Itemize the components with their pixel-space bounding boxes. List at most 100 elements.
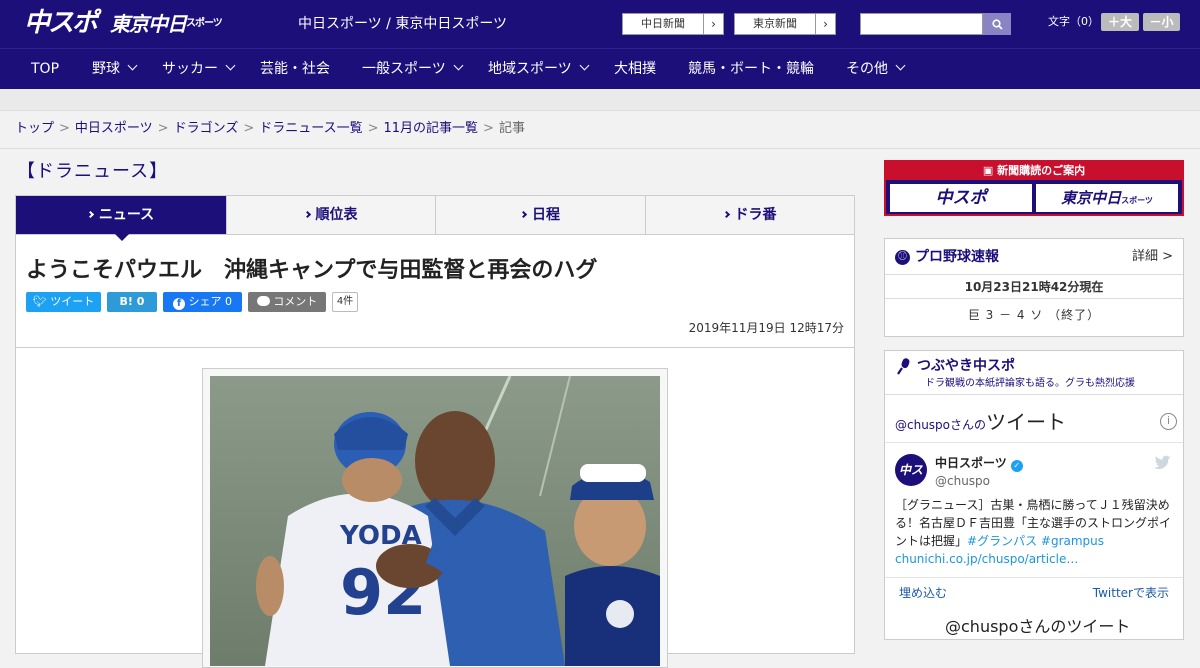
- active-tab-pointer: [115, 234, 129, 241]
- hatena-button[interactable]: B! 0: [107, 292, 157, 312]
- chevron-down-icon: [579, 60, 590, 71]
- info-icon[interactable]: i: [1160, 413, 1177, 430]
- avatar[interactable]: 中スポ: [895, 454, 927, 509]
- view-on-twitter-link[interactable]: Twitterで表示: [1093, 585, 1169, 601]
- search-button[interactable]: [983, 13, 1011, 35]
- facebook-share-button[interactable]: f シェア 0: [163, 292, 242, 312]
- twitter-bird-icon[interactable]: [1155, 455, 1171, 469]
- breadcrumb-link[interactable]: トップ: [15, 121, 54, 136]
- nav-item-soccer[interactable]: サッカー: [162, 49, 236, 89]
- article-date: 2019年11月19日 12時17分: [688, 321, 844, 335]
- divider: [885, 577, 1183, 578]
- tab-label: 日程: [532, 207, 560, 223]
- chevron-down-icon: [895, 60, 906, 71]
- promo-title: ▣ 新聞購読のご案内: [886, 162, 1182, 180]
- nav-item-entertainment[interactable]: 芸能・社会: [260, 49, 330, 89]
- nav-item-keiba[interactable]: 競馬・ボート・競輪: [688, 49, 814, 89]
- tweets-embed-word: ツイート: [986, 410, 1067, 434]
- chevron-right-icon: [722, 210, 730, 219]
- chevron-right-icon: [519, 210, 528, 219]
- promo-chuspo-logo[interactable]: 中スポ: [890, 184, 1032, 212]
- comment-button[interactable]: コメント: [248, 292, 326, 312]
- nav-label: 競馬・ボート・競輪: [688, 61, 814, 77]
- newspaper-icon: ▣: [982, 164, 998, 177]
- scores-detail-link[interactable]: 詳細 >: [1132, 248, 1173, 266]
- site-title: 中日スポーツ / 東京中日スポーツ: [298, 16, 508, 32]
- score-line[interactable]: 巨 3 － 4 ソ （終了）: [885, 307, 1183, 323]
- tab-news[interactable]: ニュース: [16, 196, 227, 234]
- chuspo-logo[interactable]: 中スポ: [24, 8, 98, 38]
- twitter-icon: 🐦︎: [32, 295, 51, 308]
- breadcrumb-link[interactable]: 11月の記事一覧: [384, 121, 479, 136]
- divider: [16, 347, 854, 348]
- chunichi-shimbun-link[interactable]: 中日新聞 ›: [622, 13, 724, 35]
- ad-strip: [0, 89, 1200, 111]
- hashtag-link[interactable]: #グランパス: [967, 534, 1037, 548]
- tab-schedule[interactable]: 日程: [436, 196, 646, 234]
- chevron-down-icon: [127, 60, 138, 71]
- nav-item-general-sports[interactable]: 一般スポーツ: [362, 49, 464, 89]
- tweets-embed-title[interactable]: @chuspoさんのツイート: [895, 409, 1066, 438]
- tweet-author-name[interactable]: 中日スポーツ ✓: [935, 455, 1023, 472]
- promo-tokyo-text: 東京中日: [1061, 189, 1122, 207]
- chevron-right-icon: [303, 210, 311, 219]
- tokyo-shimbun-link[interactable]: 東京新聞 ›: [734, 13, 836, 35]
- tab-label: 順位表: [315, 207, 358, 223]
- tab-dora-ban[interactable]: ドラ番: [646, 196, 854, 234]
- tweet-label: ツイート: [50, 295, 95, 308]
- scores-timestamp: 10月23日21時42分現在: [885, 275, 1183, 299]
- chevron-down-icon: [453, 60, 464, 71]
- tweet-text: ［グラニュース］古巣・鳥栖に勝ってＪ１残留決める！名古屋ＤＦ吉田豊「主な選手のス…: [895, 496, 1175, 568]
- promo-tokyo-logo[interactable]: 東京中日スポーツ: [1036, 184, 1178, 212]
- search-input[interactable]: [860, 13, 983, 35]
- main-nav: TOP 野球 サッカー 芸能・社会 一般スポーツ 地域スポーツ 大相撲 競馬・ボ…: [0, 48, 1200, 89]
- nav-label: 大相撲: [614, 61, 656, 77]
- breadcrumb-separator: >: [59, 121, 70, 136]
- section-tabs: ニュース 順位表 日程 ドラ番: [15, 195, 855, 235]
- promo-title-text: 新聞購読のご案内: [997, 164, 1086, 177]
- chevron-right-icon: [86, 210, 94, 219]
- tweet-author-handle[interactable]: @chuspo: [935, 473, 990, 489]
- scores-title: プロ野球速報: [915, 249, 999, 265]
- hashtag-link[interactable]: #grampus: [1041, 534, 1104, 548]
- article-photo[interactable]: YODA 92: [210, 376, 660, 666]
- breadcrumb-link[interactable]: ドラゴンズ: [174, 121, 239, 136]
- tab-label: ニュース: [98, 207, 155, 223]
- chevron-right-icon: ›: [703, 14, 723, 34]
- facebook-icon: f: [173, 298, 185, 310]
- font-size-label: 文字（0）: [1048, 15, 1099, 28]
- breadcrumb-link[interactable]: 中日スポーツ: [75, 121, 153, 136]
- nav-item-baseball[interactable]: 野球: [92, 49, 138, 89]
- font-larger-button[interactable]: ＋大: [1101, 13, 1139, 31]
- breadcrumb: トップ > 中日スポーツ > ドラゴンズ > ドラニュース一覧 >11月の記事一覧 > 記事: [15, 120, 525, 138]
- nav-label: 野球: [92, 61, 120, 77]
- tweets-header: つぶやき中スポ ドラ観戦の本紙評論家も語る。グラも熱烈応援: [885, 351, 1183, 395]
- nav-item-other[interactable]: その他: [846, 49, 906, 89]
- facebook-count: 0: [225, 295, 232, 308]
- tokyo-shimbun-label: 東京新聞: [753, 17, 797, 30]
- tweet-url-link[interactable]: chunichi.co.jp/chuspo/article…: [895, 552, 1078, 566]
- nav-item-sumo[interactable]: 大相撲: [614, 49, 656, 89]
- comment-label: コメント: [273, 295, 318, 308]
- font-smaller-button[interactable]: －小: [1143, 13, 1180, 31]
- breadcrumb-current: 記事: [498, 121, 525, 136]
- tokyo-chunichi-logo[interactable]: 東京中日スポーツ: [110, 12, 223, 36]
- speech-bubble-icon: [256, 296, 270, 306]
- embed-link[interactable]: 埋め込む: [899, 585, 947, 601]
- subscription-banner[interactable]: ▣ 新聞購読のご案内 中スポ 東京中日スポーツ: [884, 160, 1184, 216]
- search-icon: [992, 19, 1003, 30]
- tweet-button[interactable]: 🐦︎ ツイート: [26, 292, 101, 312]
- breadcrumb-link[interactable]: ドラニュース一覧: [259, 121, 362, 136]
- nav-item-top[interactable]: TOP: [31, 49, 59, 89]
- section-title: 【ドラニュース】: [17, 161, 169, 182]
- breadcrumb-separator: >: [483, 121, 494, 136]
- tab-standings[interactable]: 順位表: [227, 196, 436, 234]
- author-name-text: 中日スポーツ: [935, 456, 1007, 470]
- chunichi-shimbun-label: 中日新聞: [641, 17, 685, 30]
- tweets-title: つぶやき中スポ: [917, 358, 1015, 374]
- nav-label: 芸能・社会: [260, 61, 330, 77]
- nav-item-local-sports[interactable]: 地域スポーツ: [488, 49, 590, 89]
- comment-count-badge[interactable]: 4件: [332, 292, 358, 312]
- baseball-scores-box: ⚾︎ プロ野球速報 詳細 > 10月23日21時42分現在 巨 3 － 4 ソ …: [884, 238, 1184, 337]
- chevron-down-icon: [225, 60, 236, 71]
